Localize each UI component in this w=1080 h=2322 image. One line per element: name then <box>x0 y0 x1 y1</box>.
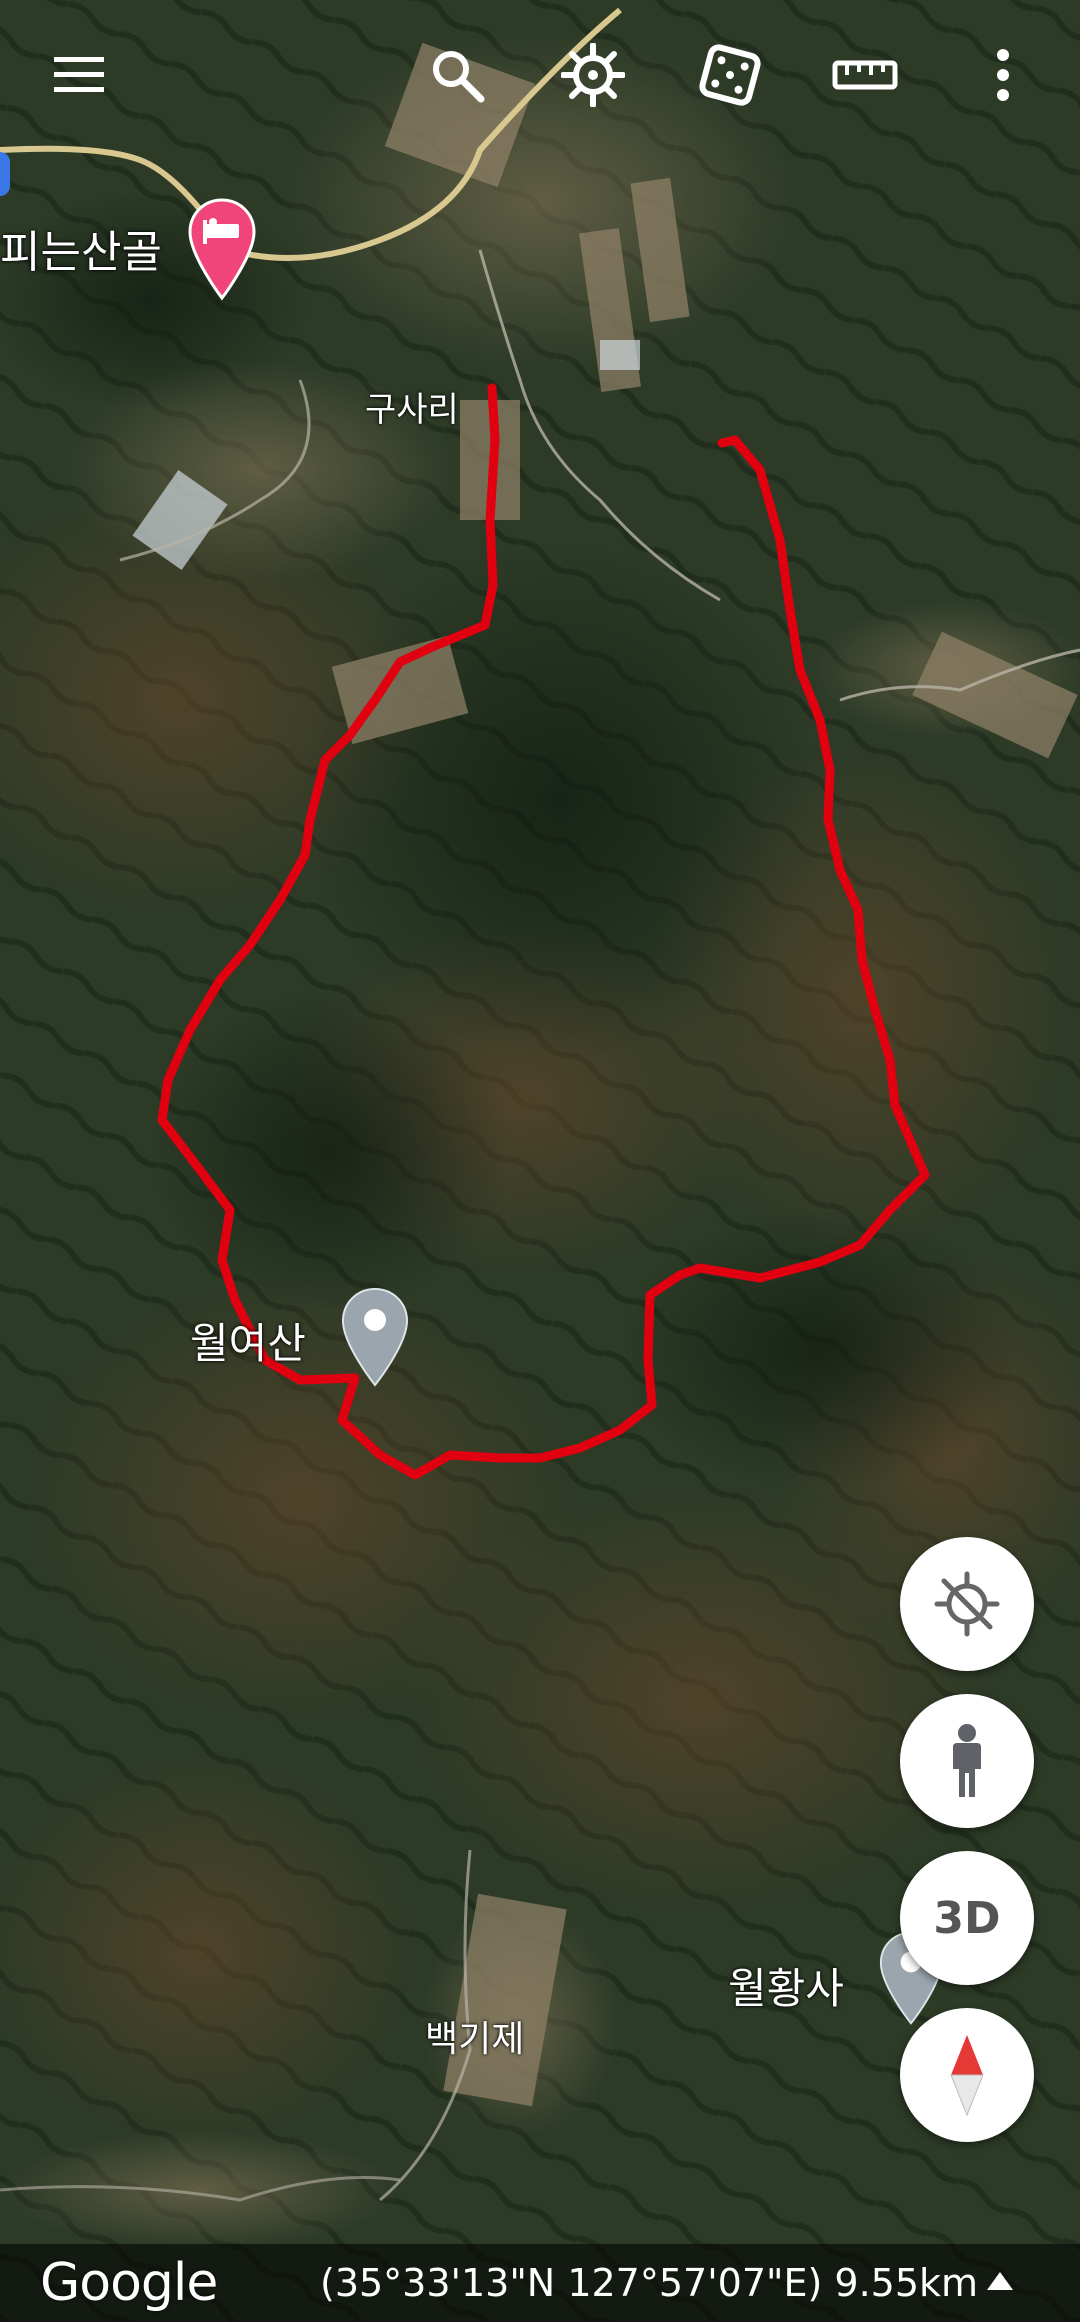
voyager-button[interactable] <box>548 30 638 120</box>
menu-button[interactable] <box>34 30 124 120</box>
search-button[interactable] <box>412 30 502 120</box>
location-disabled-icon <box>934 1571 1000 1637</box>
search-icon <box>433 51 485 103</box>
voyager-icon <box>561 43 625 107</box>
lodging-pin[interactable] <box>187 198 257 302</box>
measure-button[interactable] <box>820 30 910 120</box>
compass-button[interactable] <box>900 2008 1034 2142</box>
location-off-button[interactable] <box>900 1537 1034 1671</box>
coordinates-readout: (35°33'13"N 127°57'07"E) 9.55km <box>320 2261 979 2305</box>
3d-toggle-button[interactable]: 3D <box>900 1851 1034 1985</box>
feeling-lucky-icon <box>699 44 761 106</box>
more-options-icon <box>997 49 1009 101</box>
village-label[interactable]: 구사리 <box>365 382 459 431</box>
mountain-label[interactable]: 월여산 <box>190 1310 306 1371</box>
location-dot[interactable] <box>0 152 10 196</box>
measure-icon <box>832 60 898 90</box>
feeling-lucky-button[interactable] <box>685 30 775 120</box>
lodging-label[interactable]: 피는산골 <box>0 216 162 280</box>
3d-toggle-label: 3D <box>933 1892 1001 1944</box>
place-pin-icon <box>341 1287 409 1387</box>
mountain-pin[interactable] <box>340 1287 410 1387</box>
more-options-button[interactable] <box>958 30 1048 120</box>
google-logo: Google <box>40 2253 218 2313</box>
expand-up-icon[interactable] <box>985 2270 1015 2294</box>
reservoir-label[interactable]: 백기제 <box>425 2010 524 2062</box>
menu-icon <box>54 57 104 92</box>
compass-icon <box>950 2035 984 2117</box>
hotel-pin-icon <box>188 198 256 301</box>
pegman-icon <box>953 1724 981 1797</box>
street-view-button[interactable] <box>900 1694 1034 1828</box>
temple-label[interactable]: 월황사 <box>728 1955 844 2016</box>
